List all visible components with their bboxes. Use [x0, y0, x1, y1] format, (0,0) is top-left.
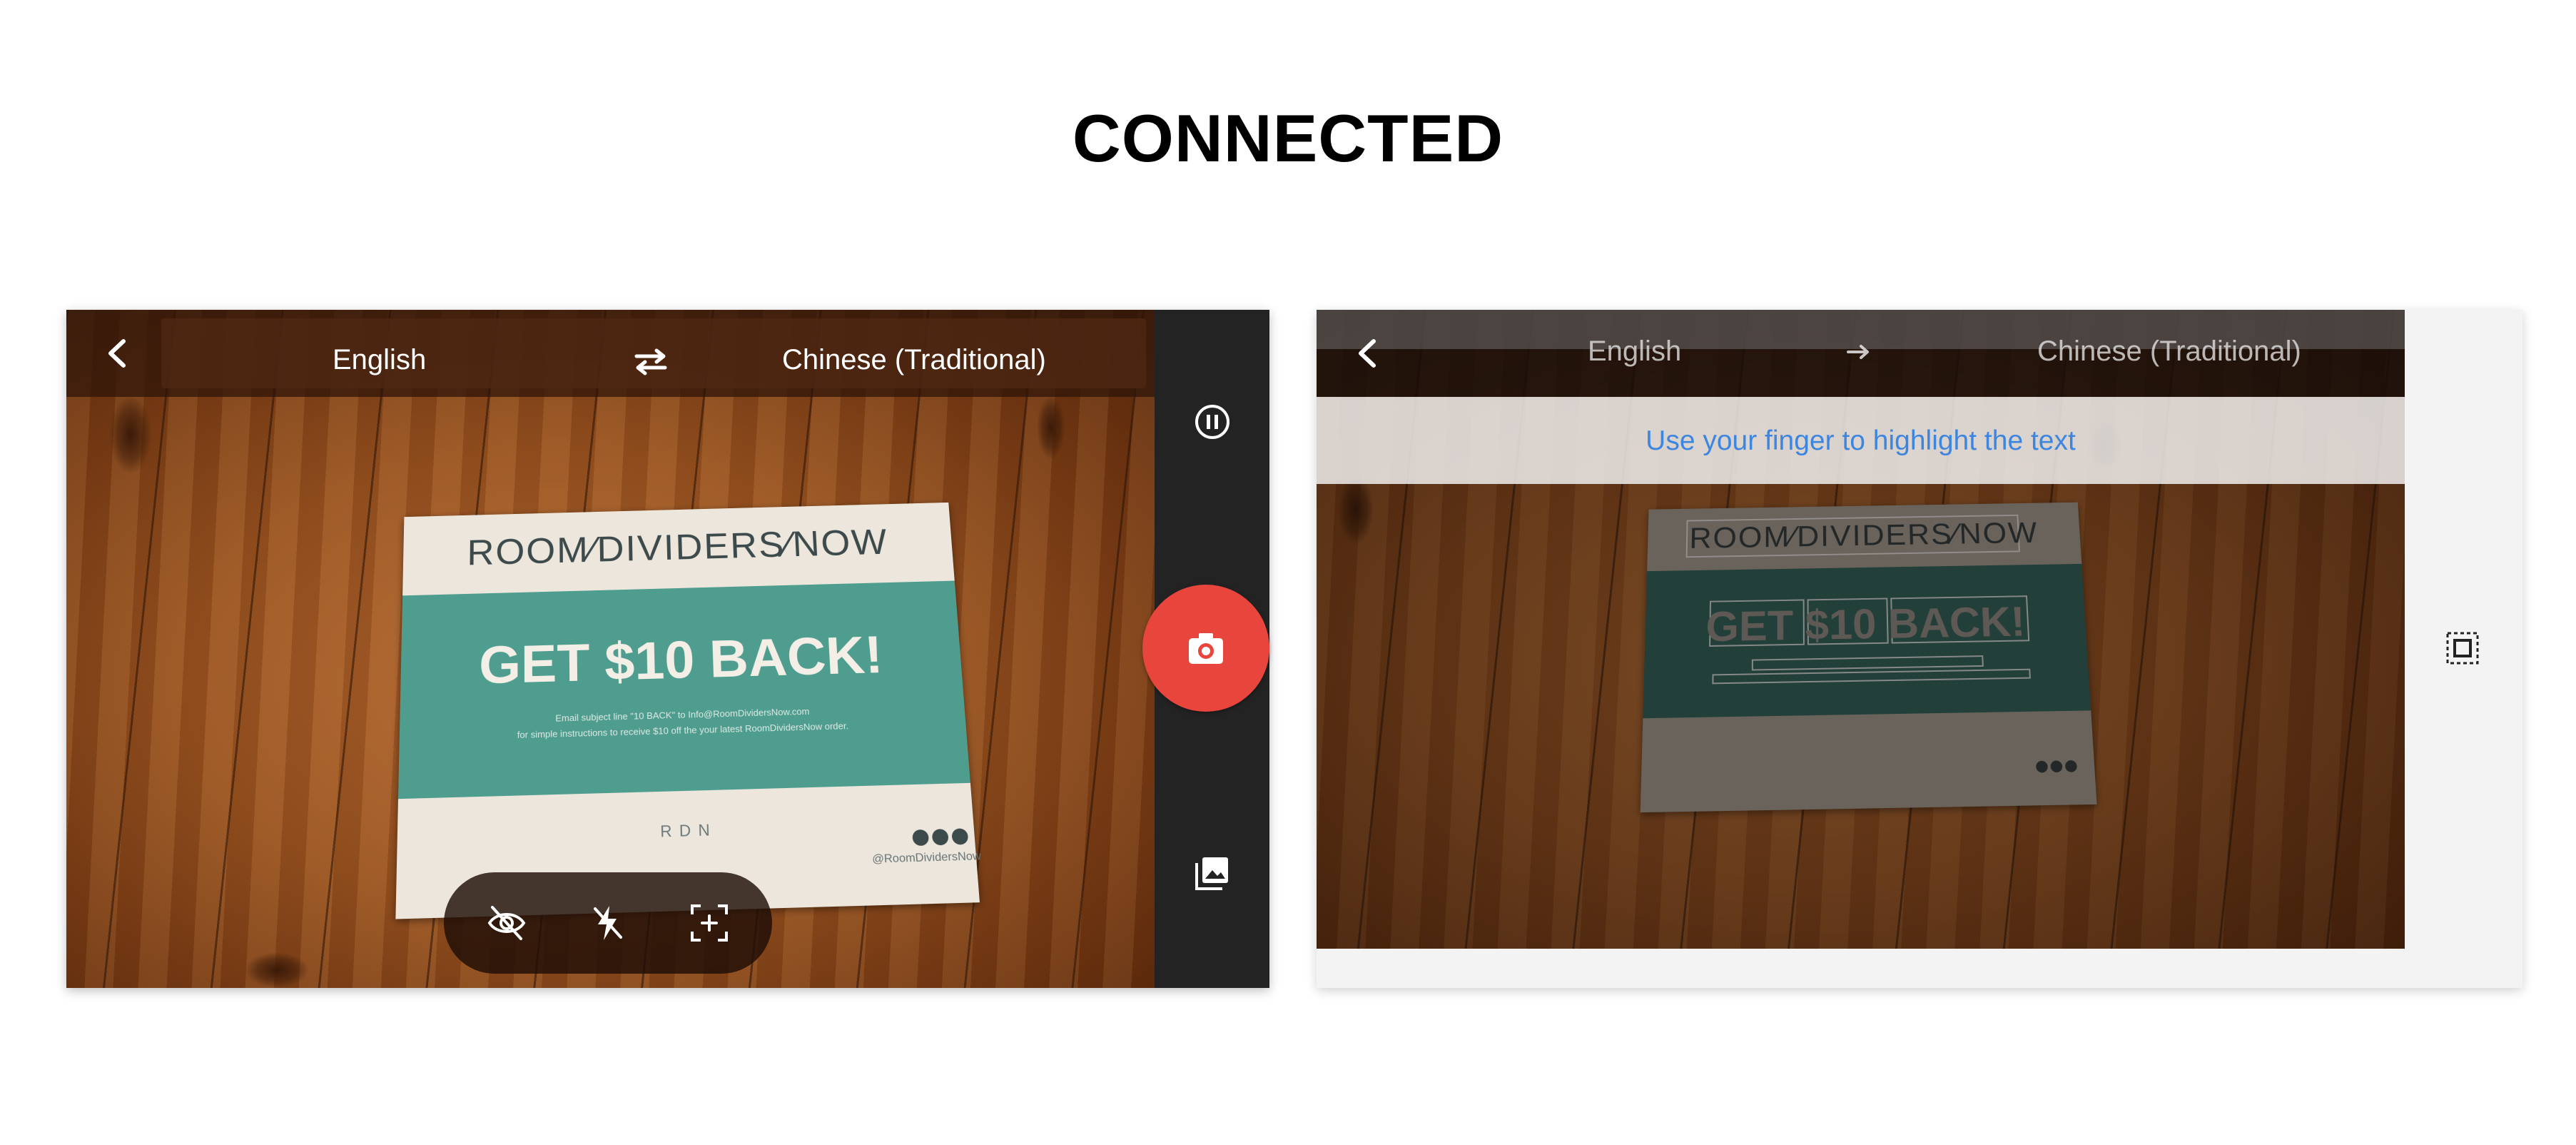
wood-knot [109, 395, 152, 474]
flyer-brand: ROOM⁄DIVIDERS⁄NOW [467, 522, 890, 573]
flyer-headline: GET $10 BACK! [478, 625, 885, 696]
language-bar: English Chinese (Traditional) [66, 310, 1155, 397]
scan-add-icon[interactable] [689, 903, 729, 943]
camera-icon [1189, 633, 1223, 664]
hint-text: Use your finger to highlight the text [1646, 425, 2076, 456]
flyer-handle: @RoomDividersNow [871, 849, 982, 866]
camera-translate-screen: ROOM⁄DIVIDERS⁄NOW GET $10 BACK! Email su… [66, 310, 1269, 988]
wood-knot [245, 952, 309, 988]
language-selector: English Chinese (Traditional) [161, 318, 1146, 388]
source-language[interactable]: English [333, 344, 426, 376]
capture-button[interactable] [1142, 585, 1269, 712]
eye-off-icon[interactable] [487, 903, 527, 943]
target-language[interactable]: Chinese (Traditional) [782, 344, 1046, 376]
camera-controls [444, 872, 772, 974]
highlight-text-screen: ROOM⁄DIVIDERS⁄NOW GET $10 BACK! English … [1317, 310, 2522, 988]
arrow-right-icon [1847, 345, 1869, 359]
language-bar: English Chinese (Traditional) [1317, 310, 2405, 397]
hint-banner: Use your finger to highlight the text [1317, 397, 2405, 484]
flyer: ROOM⁄DIVIDERS⁄NOW GET $10 BACK! Email su… [395, 502, 982, 919]
target-language[interactable]: Chinese (Traditional) [2037, 336, 2301, 368]
select-region-icon[interactable] [2445, 630, 2480, 666]
instagram-icon [931, 829, 949, 846]
gallery-icon[interactable] [1194, 854, 1231, 892]
wood-knot [1037, 395, 1065, 460]
flyer-band: GET $10 BACK! Email subject line "10 BAC… [397, 580, 970, 800]
facebook-icon [912, 829, 930, 847]
pause-icon[interactable] [1194, 403, 1231, 440]
back-chevron-icon[interactable] [101, 337, 133, 370]
swap-arrows-icon[interactable] [632, 345, 669, 378]
back-chevron-icon[interactable] [1351, 337, 1384, 370]
flyer-monogram: R D N [660, 820, 712, 841]
flash-off-icon[interactable] [588, 903, 628, 943]
source-language[interactable]: English [1588, 336, 1681, 368]
page-title: CONNECTED [1072, 101, 1504, 176]
